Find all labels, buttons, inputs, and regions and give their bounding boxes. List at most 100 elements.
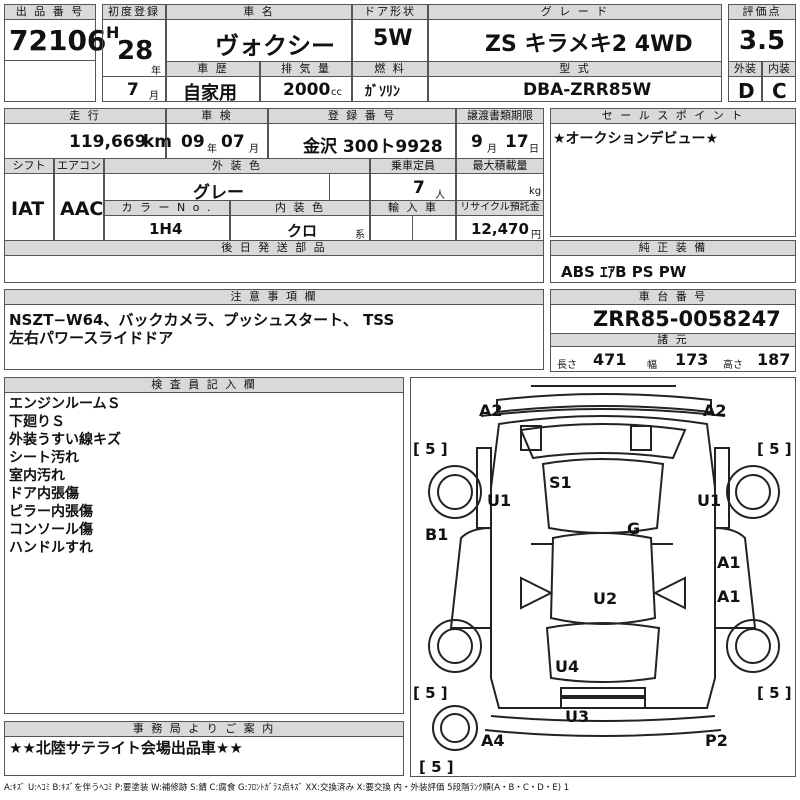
length: 471 (593, 350, 627, 369)
fuel-label: 燃 料 (352, 61, 428, 77)
length-label: 長さ (557, 360, 577, 371)
first-reg-label: 初度登録 (102, 4, 166, 20)
sales-point-label: セ ー ル ス ポ イ ン ト (550, 108, 796, 124)
fuel-box: ｶﾞｿﾘﾝ (352, 76, 428, 102)
tire-tread-label: [ 5 ] (757, 440, 792, 458)
int-grade: C (772, 79, 787, 103)
ext-color-label: 外 装 色 (104, 158, 370, 174)
door-box: 5W (352, 19, 428, 62)
inspector-line: シート汚れ (9, 450, 79, 466)
notes-line-2: 左右パワースライドドア (9, 329, 174, 347)
inspection-label: 車 検 (166, 108, 268, 124)
max-load-label: 最大積載量 (456, 158, 544, 174)
int-color-box: クロ 系 (230, 215, 370, 241)
lot-blank (4, 60, 96, 102)
car-name-label: 車 名 (166, 4, 352, 20)
sales-point: ★オークションデビュー★ (553, 131, 719, 147)
grade: ZS キラメキ2 4WD (485, 32, 693, 57)
damage-mark: G (627, 519, 640, 538)
car-name-box: ヴォクシー (166, 19, 352, 62)
inspector-line: エンジンルームＳ (9, 396, 121, 412)
max-load-box: kg (456, 173, 544, 201)
chassis-box: ZRR85-0058247 (550, 304, 796, 334)
color-no: 1H4 (149, 220, 183, 238)
office-notice: ★★北陸サテライト会場出品車★★ (9, 739, 243, 757)
int-grade-box: C (762, 76, 796, 103)
history-box: 自家用 (166, 76, 260, 104)
grade-box: ZS キラメキ2 4WD (428, 19, 722, 62)
car-diagram: A2 A2 S1 U1 U1 B1 G A1 A1 U2 U4 U3 A4 P2… (413, 385, 792, 776)
car-diagram-box: A2 A2 S1 U1 U1 B1 G A1 A1 U2 U4 U3 A4 P2… (410, 377, 796, 777)
damage-mark: B1 (425, 525, 448, 544)
model-box: DBA-ZRR85W (428, 76, 722, 102)
genuine-equipment: ABS ｴｱB PS PW (561, 263, 687, 281)
inspector-line: ピラー内張傷 (9, 504, 93, 520)
transfer-label: 譲渡書類期限 (456, 108, 544, 124)
import-label: 輸 入 車 (370, 200, 456, 216)
chassis-number: ZRR85-0058247 (593, 307, 781, 331)
score: 3.5 (739, 26, 786, 56)
month-unit: 月 (149, 91, 159, 102)
ext-color-box: グレー (104, 173, 330, 203)
height: 187 (757, 350, 791, 369)
displacement-label: 排 気 量 (260, 61, 352, 77)
model-label: 型 式 (428, 61, 722, 77)
capacity-label: 乗車定員 (370, 158, 456, 174)
plate-number: 金沢 300ト9928 (303, 137, 443, 157)
recycle-label: リサイクル預託金 (456, 200, 544, 216)
ac-box: AAC (54, 173, 104, 241)
damage-mark: A2 (479, 401, 503, 420)
office-label: 事 務 局 よ り ご 案 内 (4, 721, 404, 737)
displacement: 2000 (283, 80, 331, 100)
tire-tread-label: [ 5 ] (419, 758, 454, 776)
inspector-box: エンジンルームＳ 下廻りＳ 外装うすい線キズ シート汚れ 室内汚れ ドア内張傷 … (4, 392, 404, 714)
lot-number-label: 出 品 番 号 (4, 4, 96, 20)
first-reg-month-box: 7 月 (102, 76, 166, 102)
plate-label: 登 録 番 号 (268, 108, 456, 124)
inspection-month-unit: 月 (249, 144, 259, 155)
color-no-label: カ ラ ー N o . (104, 200, 230, 216)
genuine-equipment-label: 純 正 装 備 (550, 240, 796, 256)
import-box-a (370, 215, 413, 241)
transfer-day: 17 (505, 132, 529, 152)
import-box-b (412, 215, 456, 241)
damage-mark: A4 (481, 731, 505, 750)
shift-label: シフト (4, 158, 54, 174)
notes-line-1: NSZT−W64、バックカメラ、プッシュスタート、 TSS (9, 311, 395, 329)
ext-grade: D (738, 79, 755, 103)
damage-mark: P2 (705, 731, 728, 750)
specs-box: 長さ 471 幅 173 高さ 187 (550, 346, 796, 372)
ext-color-extra (329, 173, 370, 201)
int-color: クロ (287, 222, 318, 240)
first-reg-box: H 28 年 (102, 19, 166, 77)
inspector-line: 下廻りＳ (9, 414, 65, 430)
shift-box: IAT (4, 173, 54, 241)
damage-mark: U1 (697, 491, 721, 510)
max-load-unit: kg (529, 186, 542, 197)
width-label: 幅 (647, 360, 657, 371)
grade-label: グ レ ー ド (428, 4, 722, 20)
later-parts-box (4, 255, 544, 283)
score-label: 評価点 (728, 4, 796, 20)
mileage-label: 走 行 (4, 108, 166, 124)
inspector-line: 室内汚れ (9, 468, 65, 484)
inspector-line: ハンドルすれ (9, 540, 93, 556)
ac-label: エアコン (54, 158, 104, 174)
height-label: 高さ (723, 360, 743, 371)
inspector-line: コンソール傷 (9, 522, 93, 538)
door-label: ドア形状 (352, 4, 428, 20)
fuel: ｶﾞｿﾘﾝ (365, 84, 400, 100)
lot-number-box: 72106 (4, 19, 106, 61)
door-type: 5W (373, 26, 413, 51)
displacement-box: 2000 cc (260, 76, 352, 102)
transfer-box: 9 月 17 日 (456, 123, 544, 159)
score-box: 3.5 (728, 19, 796, 62)
recycle-box: 12,470 円 (456, 215, 544, 241)
transfer-month-unit: 月 (487, 144, 497, 155)
genuine-equipment-box: ABS ｴｱB PS PW (550, 255, 796, 283)
year-unit: 年 (151, 66, 161, 77)
mileage: 119,669 (69, 132, 147, 152)
capacity-unit: 人 (435, 190, 445, 201)
chassis-label: 車 台 番 号 (550, 289, 796, 305)
inspection-year: 09 (181, 132, 205, 152)
